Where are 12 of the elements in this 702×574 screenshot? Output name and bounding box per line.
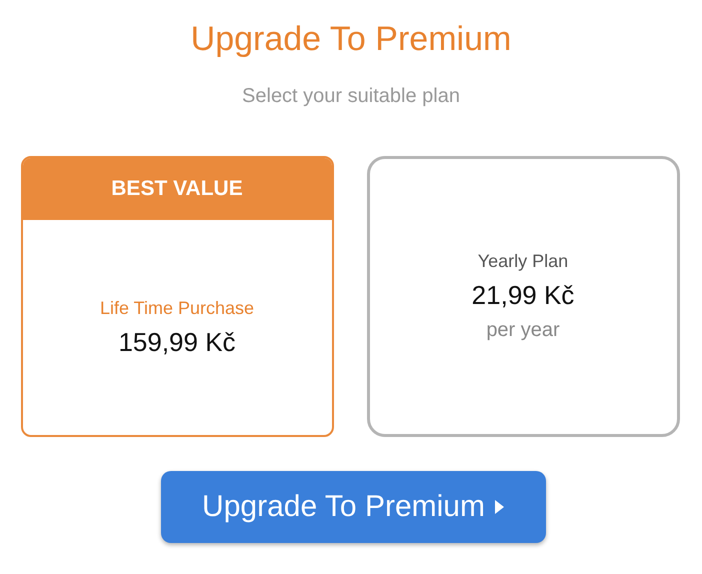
plan-name: Yearly Plan: [478, 251, 568, 272]
plan-period: per year: [486, 319, 560, 342]
upgrade-button[interactable]: Upgrade To Premium: [160, 471, 546, 543]
plan-card[interactable]: BEST VALUE Life Time Purchase 159,99 Kč: [20, 156, 334, 437]
page-title: Upgrade To Premium: [190, 20, 512, 59]
caret-icon: [494, 500, 504, 514]
badge-label: BEST VALUE: [111, 177, 243, 201]
plan-price: 159,99 Kč: [118, 326, 236, 358]
plan-card[interactable]: Yearly Plan 21,99 Kč per year: [366, 156, 680, 437]
plan-price: 21,99 Kč: [472, 280, 574, 311]
plan-name: Life Time Purchase: [100, 298, 254, 318]
subtitle: Select your suitable plan: [242, 85, 460, 108]
